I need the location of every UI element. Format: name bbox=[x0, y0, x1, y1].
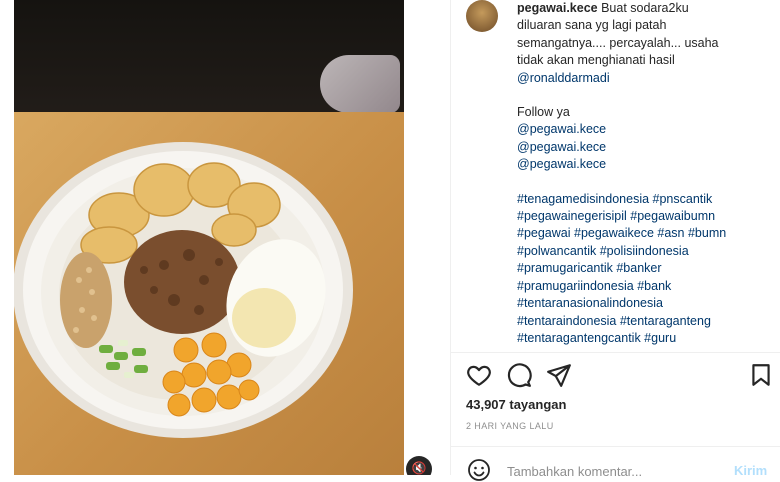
section-divider bbox=[450, 352, 780, 353]
caption-gap bbox=[517, 174, 772, 191]
food-bowl-illustration bbox=[14, 142, 353, 438]
hashtag-line[interactable]: #pramugariindonesia #bank bbox=[517, 278, 772, 295]
hashtag-line[interactable]: #tentaraindonesia #tentaraganteng bbox=[517, 313, 772, 330]
post-caption: pegawai.kece Buat sodara2ku diluaran san… bbox=[517, 0, 772, 347]
post-actions bbox=[466, 362, 776, 388]
hashtag-line[interactable]: #pegawai #pegawaikece #asn #bumn bbox=[517, 225, 772, 242]
follow-handle-link[interactable]: @pegawai.kece bbox=[517, 156, 772, 173]
emoji-icon[interactable] bbox=[467, 458, 491, 482]
post-media[interactable]: 🔇 bbox=[0, 0, 450, 475]
username-link[interactable]: pegawai.kece bbox=[517, 1, 598, 15]
caption-line-3: semangatnya.... percayalah... usaha bbox=[517, 35, 719, 50]
follow-label: Follow ya bbox=[517, 105, 570, 120]
hashtag-line[interactable]: #pramugaricantik #banker bbox=[517, 260, 772, 277]
post-timestamp[interactable]: 2 HARI YANG LALU bbox=[466, 421, 554, 431]
follow-handle-link[interactable]: @pegawai.kece bbox=[517, 121, 772, 138]
comment-input[interactable] bbox=[507, 462, 717, 480]
speaker-muted-icon: 🔇 bbox=[411, 461, 427, 475]
avatar[interactable] bbox=[466, 0, 498, 32]
comment-icon[interactable] bbox=[506, 362, 532, 388]
hashtag-line[interactable]: #tenagamedisindonesia #pnscantik bbox=[517, 191, 772, 208]
hashtag-line[interactable]: #polwancantik #polisiindonesia bbox=[517, 243, 772, 260]
send-icon[interactable] bbox=[546, 362, 572, 388]
mute-button[interactable]: 🔇 bbox=[406, 456, 432, 475]
caption-line-1: pegawai.kece Buat sodara2ku bbox=[517, 1, 689, 15]
caption-line-2: diluaran sana yg lagi patah bbox=[517, 18, 667, 33]
comment-divider bbox=[450, 446, 780, 447]
caption-gap bbox=[517, 87, 772, 104]
hashtag-line[interactable]: #tentaranasionalindonesia bbox=[517, 295, 772, 312]
bookmark-icon[interactable] bbox=[748, 362, 774, 388]
post-comment-button[interactable]: Kirim bbox=[734, 463, 767, 478]
mention-link[interactable]: @ronalddarmadi bbox=[517, 70, 772, 87]
caption-line-4: tidak akan menghianati hasil bbox=[517, 53, 675, 68]
video-frame[interactable] bbox=[14, 0, 404, 475]
follow-handle-link[interactable]: @pegawai.kece bbox=[517, 139, 772, 156]
heart-icon[interactable] bbox=[466, 362, 492, 388]
hashtag-line[interactable]: #pegawainegerisipil #pegawaibumn bbox=[517, 208, 772, 225]
hashtag-line[interactable]: #tentaragantengcantik #guru bbox=[517, 330, 772, 347]
view-count[interactable]: 43,907 tayangan bbox=[466, 397, 566, 412]
